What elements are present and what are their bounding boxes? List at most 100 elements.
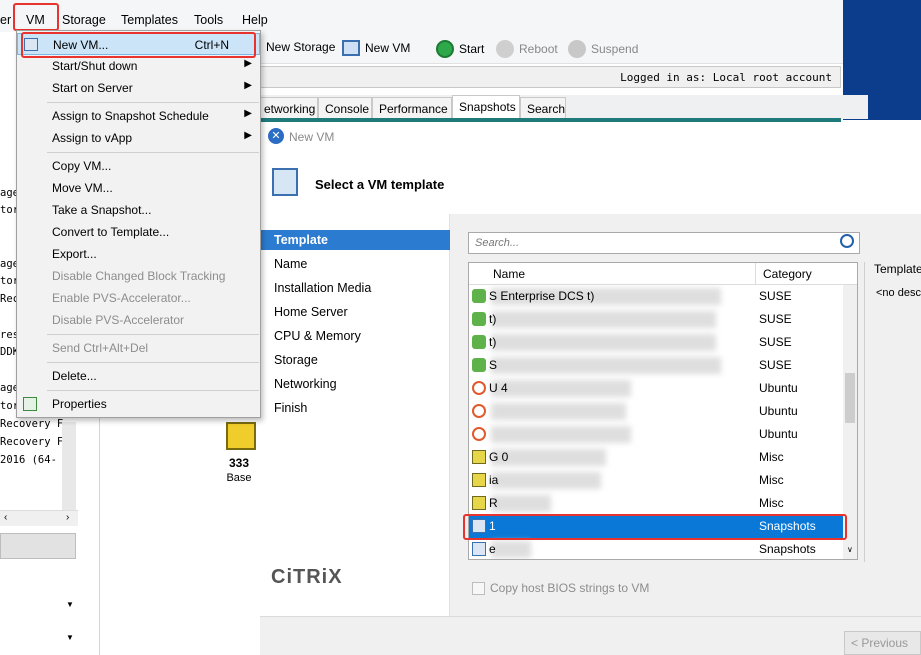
tab-performance[interactable]: Performance bbox=[372, 97, 452, 119]
menu-item-send-ctrl-alt-del[interactable]: Send Ctrl+Alt+Del bbox=[17, 337, 260, 359]
step-template[interactable]: Template bbox=[260, 230, 450, 250]
menu-item-copy-vm[interactable]: Copy VM... bbox=[17, 155, 260, 177]
template-row[interactable]: G 0 Misc bbox=[469, 446, 843, 469]
redacted-text bbox=[491, 426, 631, 443]
reboot-label: Reboot bbox=[519, 42, 558, 56]
menu-item-delete[interactable]: Delete... bbox=[17, 365, 260, 387]
tree-horizontal-scrollbar[interactable]: ‹ › bbox=[0, 510, 78, 526]
suspend-button[interactable]: Suspend bbox=[568, 40, 638, 58]
template-category: Misc bbox=[759, 450, 784, 464]
step-home-server[interactable]: Home Server bbox=[260, 302, 450, 322]
tree-line[interactable]: Recovery F bbox=[0, 418, 63, 430]
template-row[interactable]: Ubuntu bbox=[469, 423, 843, 446]
template-row[interactable]: Ubuntu bbox=[469, 400, 843, 423]
menu-item-move-vm[interactable]: Move VM... bbox=[17, 177, 260, 199]
template-name: U 4 bbox=[489, 381, 508, 395]
column-category[interactable]: Category bbox=[763, 267, 812, 281]
previous-button[interactable]: < Previous bbox=[844, 631, 921, 655]
menu-item-convert-to-template[interactable]: Convert to Template... bbox=[17, 221, 260, 243]
scroll-right-icon[interactable]: › bbox=[66, 512, 69, 523]
step-storage[interactable]: Storage bbox=[260, 350, 450, 370]
template-row[interactable]: t) SUSE bbox=[469, 331, 843, 354]
tree-footer-button[interactable] bbox=[0, 533, 76, 559]
ubuntu-icon bbox=[472, 381, 486, 395]
chevron-down-icon[interactable]: ▼ bbox=[66, 633, 74, 642]
template-row[interactable]: S SUSE bbox=[469, 354, 843, 377]
template-description-value: <no desc bbox=[876, 287, 921, 299]
menu-help[interactable]: Help bbox=[242, 13, 268, 27]
menu-item-disable-cbt[interactable]: Disable Changed Block Tracking bbox=[17, 265, 260, 287]
tab-search[interactable]: Search bbox=[520, 97, 566, 119]
start-button[interactable]: Start bbox=[436, 40, 484, 58]
menu-item-enable-pvs[interactable]: Enable PVS-Accelerator... bbox=[17, 287, 260, 309]
column-name[interactable]: Name bbox=[493, 267, 525, 281]
template-row[interactable]: ia Misc bbox=[469, 469, 843, 492]
copy-bios-checkbox[interactable] bbox=[472, 582, 485, 595]
menu-item-export[interactable]: Export... bbox=[17, 243, 260, 265]
dialog-title: New VM bbox=[289, 130, 335, 144]
step-networking[interactable]: Networking bbox=[260, 374, 450, 394]
close-icon[interactable]: ✕ bbox=[268, 128, 284, 144]
step-finish[interactable]: Finish bbox=[260, 398, 450, 418]
step-cpu-memory[interactable]: CPU & Memory bbox=[260, 326, 450, 346]
suse-icon bbox=[472, 289, 486, 303]
template-name: t) bbox=[489, 335, 497, 349]
search-icon[interactable] bbox=[840, 234, 854, 248]
scroll-left-icon[interactable]: ‹ bbox=[4, 512, 7, 523]
menu-item-label: Properties bbox=[52, 397, 107, 411]
template-row[interactable]: S Enterprise DCS t) SUSE bbox=[469, 285, 843, 308]
menu-storage[interactable]: Storage bbox=[62, 13, 106, 27]
dialog-footer: < Previous bbox=[260, 616, 921, 655]
template-row[interactable]: U 4 Ubuntu bbox=[469, 377, 843, 400]
chevron-down-icon[interactable]: ∨ bbox=[847, 545, 853, 554]
reboot-button[interactable]: Reboot bbox=[496, 40, 558, 58]
tab-networking[interactable]: etworking bbox=[258, 97, 318, 119]
step-name[interactable]: Name bbox=[260, 254, 450, 274]
template-name: S Enterprise DCS t) bbox=[489, 289, 595, 303]
new-storage-button[interactable]: New Storage bbox=[266, 40, 335, 54]
menu-item-assign-vapp[interactable]: Assign to vApp ▶ bbox=[17, 127, 260, 149]
template-name: R bbox=[489, 496, 498, 510]
dialog-titlebar: ✕ New VM bbox=[260, 122, 921, 152]
template-category: SUSE bbox=[759, 312, 792, 326]
tree-vertical-scrollbar[interactable] bbox=[62, 422, 76, 510]
tab-snapshots[interactable]: Snapshots bbox=[452, 95, 520, 119]
tree-line[interactable]: Recovery F bbox=[0, 436, 63, 448]
reboot-icon bbox=[496, 40, 514, 58]
menu-item-start-shut-down[interactable]: Start/Shut down ▶ bbox=[17, 55, 260, 77]
menu-item-label: Start/Shut down bbox=[52, 59, 138, 73]
new-vm-item-highlight-box bbox=[21, 32, 256, 58]
start-label: Start bbox=[459, 42, 485, 56]
menu-item-assign-snapshot-schedule[interactable]: Assign to Snapshot Schedule ▶ bbox=[17, 105, 260, 127]
panel-divider bbox=[864, 262, 865, 562]
menu-item-properties[interactable]: Properties bbox=[17, 393, 260, 415]
citrix-logo: CiTRiX bbox=[271, 566, 343, 588]
template-list-scroll-thumb[interactable] bbox=[845, 373, 855, 423]
wizard-steps: Template Name Installation Media Home Se… bbox=[260, 214, 450, 616]
ubuntu-icon bbox=[472, 427, 486, 441]
menu-item-disable-pvs[interactable]: Disable PVS-Accelerator bbox=[17, 309, 260, 331]
tree-line[interactable]: 2016 (64- bbox=[0, 454, 57, 466]
menu-server[interactable]: er bbox=[0, 13, 11, 27]
menu-item-take-snapshot[interactable]: Take a Snapshot... bbox=[17, 199, 260, 221]
template-search-input[interactable]: Search... bbox=[468, 232, 860, 254]
redacted-text bbox=[491, 380, 631, 397]
chevron-down-icon[interactable]: ▼ bbox=[66, 600, 74, 609]
power-icon bbox=[436, 40, 454, 58]
template-row[interactable]: t) SUSE bbox=[469, 308, 843, 331]
menu-item-start-on-server[interactable]: Start on Server ▶ bbox=[17, 77, 260, 99]
template-row[interactable]: e Snapshots bbox=[469, 538, 843, 559]
menu-templates[interactable]: Templates bbox=[121, 13, 178, 27]
misc-vm-icon bbox=[472, 450, 486, 464]
tab-console[interactable]: Console bbox=[318, 97, 372, 119]
menu-item-label: Assign to vApp bbox=[52, 131, 133, 145]
suse-icon bbox=[472, 358, 486, 372]
template-row[interactable]: R Misc bbox=[469, 492, 843, 515]
misc-vm-icon bbox=[472, 496, 486, 510]
new-vm-button[interactable]: New VM bbox=[342, 40, 410, 56]
copy-bios-label: Copy host BIOS strings to VM bbox=[490, 581, 650, 595]
menu-tools[interactable]: Tools bbox=[194, 13, 223, 27]
new-vm-icon bbox=[342, 40, 360, 56]
step-installation-media[interactable]: Installation Media bbox=[260, 278, 450, 298]
background-vm-tile[interactable]: 333 Base bbox=[222, 422, 256, 484]
